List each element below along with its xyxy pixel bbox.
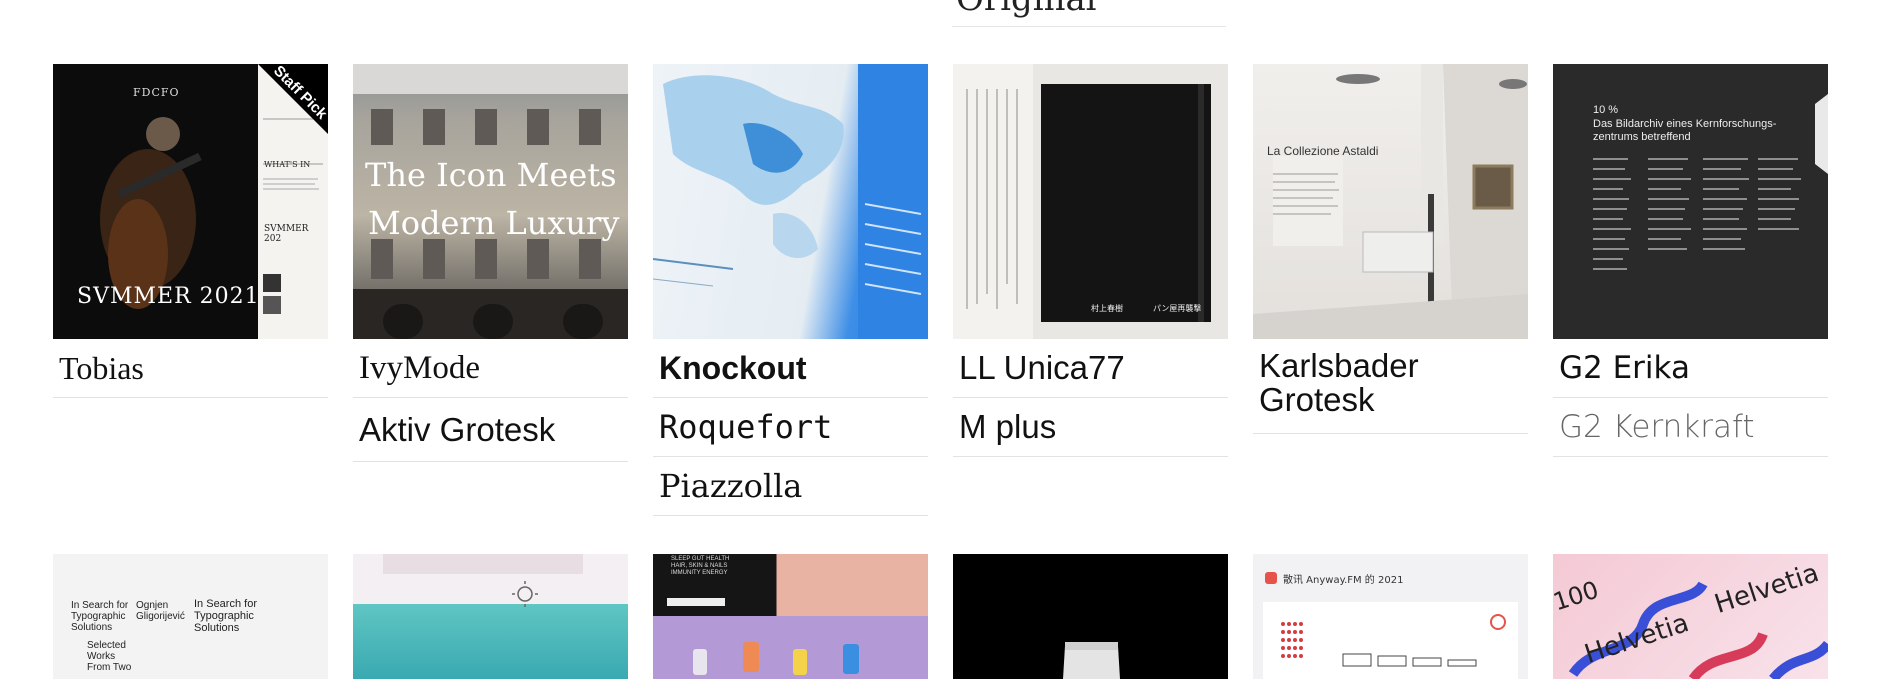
font-card-tobias[interactable]: FDCFO SVMMER 2021 WHAT'S IN SVMMER 202 S…: [53, 64, 328, 398]
dashboard-title: 散讯 Anyway.FM 的 2021: [1283, 575, 1404, 586]
card-thumbnail[interactable]: [353, 554, 628, 679]
font-name: Piazzolla: [659, 467, 803, 505]
font-label-row[interactable]: Roquefort: [653, 398, 928, 457]
font-label-row[interactable]: Aktiv Grotesk: [353, 398, 628, 462]
font-card-knockout[interactable]: Knockout Roquefort Piazzolla: [653, 64, 928, 516]
font-card-bottom-2[interactable]: [353, 554, 628, 679]
font-card-bottom-5[interactable]: 散讯 Anyway.FM 的 2021: [1253, 554, 1528, 679]
cover-masthead: FDCFO: [133, 86, 180, 99]
font-card-ivymode[interactable]: The Icon Meets Modern Luxury IvyMode Akt…: [353, 64, 628, 462]
font-label-row[interactable]: Knockout: [653, 339, 928, 398]
book-author: 村上春樹: [1091, 304, 1123, 313]
font-name: IvyMode: [359, 349, 480, 386]
book-cover-image: [953, 64, 1211, 339]
card-thumbnail[interactable]: 10 % Das Bildarchiv eines Kernforschungs…: [1553, 64, 1828, 339]
card-thumbnail[interactable]: La Collezione Astaldi: [1253, 64, 1528, 339]
gallery-wall-image: [1253, 64, 1528, 339]
doc-title: Das Bildarchiv eines Kernforschungs- zen…: [1593, 118, 1777, 143]
side-heading: WHAT'S IN: [264, 160, 311, 169]
card-thumbnail[interactable]: 散讯 Anyway.FM 的 2021: [1253, 554, 1528, 679]
font-name: Tobias: [59, 349, 144, 386]
font-label-row[interactable]: Piazzolla: [653, 457, 928, 516]
font-name: Aktiv Grotesk: [359, 410, 556, 448]
doc-percent: 10 %: [1593, 104, 1619, 116]
font-name: M plus: [959, 408, 1057, 445]
cover-title: SVMMER 2021: [77, 284, 260, 309]
card-thumbnail[interactable]: Helvetia Helvetia 100: [1553, 554, 1828, 679]
previous-row-label[interactable]: Original: [952, 0, 1226, 27]
card-thumbnail[interactable]: In Search for Typographic Solutions Ognj…: [53, 554, 328, 679]
wall-text: La Collezione Astaldi: [1267, 144, 1379, 158]
product-tube-image: [1063, 642, 1120, 679]
font-label-row[interactable]: G2 Erika: [1553, 339, 1828, 398]
product-menu-text: SLEEP GUT HEALTH HAIR, SKIN & NAILS IMMU…: [671, 556, 730, 576]
font-label-row[interactable]: LL Unica77: [953, 339, 1228, 398]
font-card-bottom-3[interactable]: SLEEP GUT HEALTH HAIR, SKIN & NAILS IMMU…: [653, 554, 928, 679]
book-title: パン屋再襲撃: [1153, 304, 1202, 313]
font-card-bottom-4[interactable]: [953, 554, 1228, 679]
card-thumbnail[interactable]: SLEEP GUT HEALTH HAIR, SKIN & NAILS IMMU…: [653, 554, 928, 679]
font-label-row[interactable]: IvyMode: [353, 339, 628, 398]
font-name: Karlsbader Grotesk: [1259, 347, 1419, 418]
font-name: Knockout: [659, 349, 807, 386]
poster-text-right: In Search for Typographic Solutions: [194, 598, 257, 634]
font-name: Roquefort: [659, 408, 833, 446]
ad-headline-line2: Modern Luxury: [368, 204, 620, 242]
font-label-row[interactable]: G2 Kernkraft: [1553, 398, 1828, 457]
side-heading-2: SVMMER 202: [264, 224, 309, 244]
sun-icon: [383, 554, 583, 607]
building-facade-image: [353, 64, 628, 339]
font-card-karlsbader-grotesk[interactable]: La Collezione Astaldi Karlsbader Grotesk: [1253, 64, 1528, 434]
font-card-ll-unica77[interactable]: 村上春樹 パン屋再襲撃 LL Unica77 M plus: [953, 64, 1228, 457]
poster-text-left: In Search for Typographic Solutions: [71, 600, 129, 633]
poster-text-mid: Ognjen Gligorijević: [136, 600, 185, 622]
font-label-row[interactable]: M plus: [953, 398, 1228, 457]
card-thumbnail[interactable]: FDCFO SVMMER 2021 WHAT'S IN SVMMER 202 S…: [53, 64, 328, 339]
font-card-g2-erika[interactable]: 10 % Das Bildarchiv eines Kernforschungs…: [1553, 64, 1828, 457]
card-thumbnail[interactable]: [953, 554, 1228, 679]
ad-headline-line1: The Icon Meets: [365, 156, 617, 194]
card-thumbnail[interactable]: 村上春樹 パン屋再襲撃: [953, 64, 1228, 339]
world-map-book-image: [653, 64, 928, 339]
font-card-bottom-1[interactable]: In Search for Typographic Solutions Ognj…: [53, 554, 328, 679]
card-thumbnail[interactable]: [653, 64, 928, 339]
font-label-row[interactable]: Tobias: [53, 339, 328, 398]
font-name: G2 Erika: [1559, 350, 1690, 386]
font-name: LL Unica77: [959, 349, 1125, 386]
font-name: G2 Kernkraft: [1559, 409, 1755, 445]
font-label-row[interactable]: Karlsbader Grotesk: [1253, 339, 1528, 434]
font-card-bottom-6[interactable]: Helvetia Helvetia 100: [1553, 554, 1828, 679]
poster-text-works: Selected Works From Two: [87, 640, 132, 673]
card-thumbnail[interactable]: The Icon Meets Modern Luxury: [353, 64, 628, 339]
